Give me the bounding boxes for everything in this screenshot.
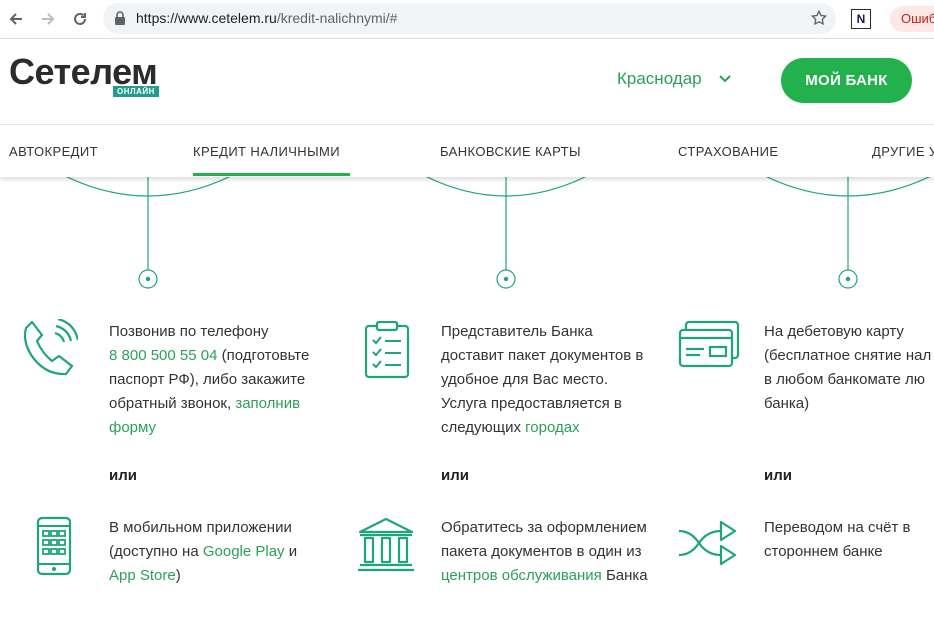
checklist-clipboard-icon xyxy=(364,321,410,379)
mobile-text-block: В мобильном приложении (доступно на Goog… xyxy=(109,516,297,588)
extension-n-icon[interactable]: N xyxy=(851,9,871,29)
call-text-line: паспорт РФ), либо закажите xyxy=(109,371,306,388)
mobile-text-part: (доступно на xyxy=(109,543,203,560)
or-separator: или xyxy=(441,467,469,484)
site-header: Сетелем ОНЛАЙН Краснодар МОЙ БАНК xyxy=(0,39,934,124)
or-separator: или xyxy=(764,467,792,484)
transfer-arrows-icon xyxy=(678,520,737,566)
mobile-text-line: App Store) xyxy=(109,564,297,588)
url-path: /kredit-nalichnymi/# xyxy=(276,10,398,26)
city-selector[interactable]: Краснодар xyxy=(617,69,702,89)
transfer-text-line: стороннем банке xyxy=(764,543,883,560)
browser-toolbar: https://www.cetelem.ru/kredit-nalichnymi… xyxy=(0,0,934,39)
transfer-text-line: Переводом на счёт в xyxy=(764,519,911,536)
app-store-link[interactable]: App Store xyxy=(109,567,176,584)
forward-arrow-icon xyxy=(42,13,55,25)
menu-item-autocredit[interactable]: АВТОКРЕДИТ xyxy=(9,144,98,159)
main-content: Позвонив по телефону 8 800 500 55 04 (по… xyxy=(0,176,934,641)
error-indicator[interactable]: Ошиб xyxy=(890,6,934,32)
back-arrow-icon xyxy=(9,13,22,25)
service-centers-link[interactable]: центров обслуживания xyxy=(441,567,602,584)
office-text-line: Обратитесь за оформлением xyxy=(441,519,647,536)
lock-icon xyxy=(115,11,125,25)
mobile-text-part: ) xyxy=(175,567,181,584)
url-text: https://www.cetelem.ru/kredit-nalichnymi… xyxy=(136,10,397,26)
courier-text-line: доставит пакет документов в xyxy=(441,347,644,364)
call-text-part: обратный звонок, xyxy=(109,395,236,412)
office-text-line: пакета документов в один из xyxy=(441,543,642,560)
bank-building-icon xyxy=(358,517,414,572)
courier-text-line: удобное для Вас место. xyxy=(441,371,608,388)
phone-link[interactable]: 8 800 500 55 04 xyxy=(109,347,217,364)
debit-card-text-line: в любом банкомате лю xyxy=(764,371,926,388)
logo-badge: ОНЛАЙН xyxy=(113,86,159,97)
phone-call-icon xyxy=(23,319,78,376)
call-text-line: 8 800 500 55 04 (подготовьте xyxy=(109,344,309,368)
reload-icon xyxy=(74,12,86,25)
main-menu: АВТОКРЕДИТ КРЕДИТ НАЛИЧНЫМИ БАНКОВСКИЕ К… xyxy=(0,124,934,177)
debit-card-text-line: банка) xyxy=(764,395,810,412)
mobile-text-line: В мобильном приложении xyxy=(109,519,292,536)
courier-text-line: Представитель Банка xyxy=(441,323,593,340)
url-host: https://www.cetelem.ru xyxy=(136,10,277,26)
forward-button[interactable] xyxy=(37,8,59,30)
office-text-block: Обратитесь за оформлением пакета докумен… xyxy=(441,516,648,588)
mobile-text-line: (доступно на Google Play и xyxy=(109,540,297,564)
cities-link[interactable]: городах xyxy=(525,419,579,436)
fill-form-link[interactable]: заполнив xyxy=(235,395,300,412)
menu-item-insurance[interactable]: СТРАХОВАНИЕ xyxy=(678,144,778,159)
back-button[interactable] xyxy=(5,8,27,30)
call-text-block: Позвонив по телефону 8 800 500 55 04 (по… xyxy=(109,320,309,440)
courier-text-line: следующих городах xyxy=(441,416,643,440)
debit-card-text-line: На дебетовую карту xyxy=(764,323,904,340)
decorative-lines xyxy=(64,176,932,289)
debit-card-text-block: На дебетовую карту (бесплатное снятие на… xyxy=(764,320,931,416)
reload-button[interactable] xyxy=(69,8,91,30)
office-text-part: Банка xyxy=(601,567,648,584)
or-separator: или xyxy=(109,467,137,484)
call-text-rest: (подготовьте xyxy=(217,347,310,364)
mobile-app-icon xyxy=(36,516,72,576)
form-link[interactable]: форму xyxy=(109,419,156,436)
courier-text-part: следующих xyxy=(441,419,526,436)
office-text-line: центров обслуживания Банка xyxy=(441,564,648,588)
active-tab-underline xyxy=(193,173,350,176)
call-text-line: Позвонив по телефону xyxy=(109,323,269,340)
bookmark-star-icon[interactable] xyxy=(810,9,828,27)
call-text-line: обратный звонок, заполнив xyxy=(109,392,309,416)
chevron-down-icon[interactable] xyxy=(719,75,731,83)
mobile-text-part: и xyxy=(284,543,298,560)
transfer-text-block: Переводом на счёт в стороннем банке xyxy=(764,516,910,564)
courier-text-line: Услуга предоставляется в xyxy=(441,395,622,412)
menu-item-bank-cards[interactable]: БАНКОВСКИЕ КАРТЫ xyxy=(440,144,581,159)
bank-card-icon xyxy=(678,320,740,368)
my-bank-button[interactable]: МОЙ БАНК xyxy=(781,58,912,103)
menu-item-other[interactable]: ДРУГИЕ У xyxy=(872,144,934,159)
address-bar[interactable]: https://www.cetelem.ru/kredit-nalichnymi… xyxy=(103,3,836,34)
menu-item-cash-credit[interactable]: КРЕДИТ НАЛИЧНЫМИ xyxy=(193,144,340,159)
courier-text-block: Представитель Банка доставит пакет докум… xyxy=(441,320,643,440)
google-play-link[interactable]: Google Play xyxy=(203,543,285,560)
debit-card-text-line: (бесплатное снятие нал xyxy=(764,347,932,364)
